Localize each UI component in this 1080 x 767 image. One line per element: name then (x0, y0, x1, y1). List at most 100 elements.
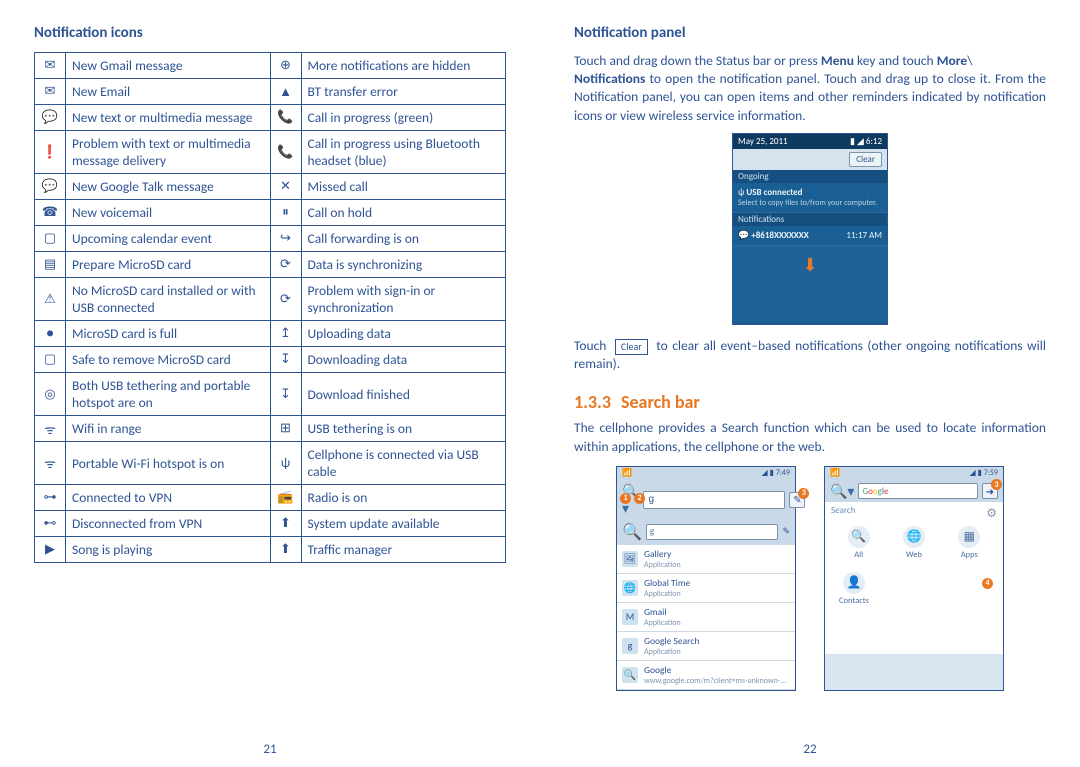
icon-cell: ◎ (35, 373, 66, 416)
icon-description: Call forwarding is on (301, 226, 506, 252)
marker-4: 4 (982, 578, 993, 589)
icon-cell: ⊞ (270, 416, 301, 442)
table-row: 💬New text or multimedia message📞Call in … (35, 105, 506, 131)
icon-description: Missed call (301, 174, 506, 200)
icon-cell: ⏸ (270, 200, 301, 226)
app-icon: 🌐 (622, 580, 638, 596)
arrow-down-icon: ⬇ (802, 254, 817, 276)
icon-description: Disconnected from VPN (66, 511, 271, 537)
icon-cell: ⬆ (270, 511, 301, 537)
screenshot-drag-area: ⬇ (733, 246, 887, 322)
icon-cell: ⟳ (270, 252, 301, 278)
table-row: ◎Both USB tethering and portable hotspot… (35, 373, 506, 416)
table-row: 💬New Google Talk message✕Missed call (35, 174, 506, 200)
clear-button[interactable]: Clear (849, 152, 882, 167)
table-row: ▤Prepare MicroSD card⟳Data is synchroniz… (35, 252, 506, 278)
left-page-number: 21 (0, 742, 540, 757)
table-row: ☎New voicemail⏸Call on hold (35, 200, 506, 226)
icon-cell: ☎ (35, 200, 66, 226)
icon-description: Portable Wi-Fi hotspot is on (66, 442, 271, 485)
icon-cell: ↪ (270, 226, 301, 252)
icon-description: BT transfer error (301, 79, 506, 105)
icon-description: Connected to VPN (66, 485, 271, 511)
signal-icon: ▮ ◢ (850, 136, 864, 147)
list-item[interactable]: 🖼GalleryApplication (617, 545, 795, 574)
icon-description: Both USB tethering and portable hotspot … (66, 373, 271, 416)
icon-description: Wifi in range (66, 416, 271, 442)
icon-cell: ✉ (35, 53, 66, 79)
message-notification-row[interactable]: 💬 +8618XXXXXXX 11:17 AM (733, 226, 887, 246)
table-row: ▢Safe to remove MicroSD card↧Downloading… (35, 347, 506, 373)
app-icon: 🖼 (622, 551, 638, 567)
marker-3: 3 (991, 479, 1002, 490)
icon-description: Song is playing (66, 537, 271, 563)
list-item[interactable]: 🌐Global TimeApplication (617, 574, 795, 603)
icon-description: Safe to remove MicroSD card (66, 347, 271, 373)
icon-cell: ↥ (270, 321, 301, 347)
right-page: Notification panel Touch and drag down t… (540, 0, 1080, 767)
magnifier-icon[interactable]: 🔍 (622, 522, 642, 542)
search-screenshots: 📶 ◢ ▮ 7:49 🔍▾ 1 2 ✎ 3 (574, 466, 1046, 691)
app-icon: M (622, 609, 638, 625)
icon-description: Downloading data (301, 347, 506, 373)
signal-icon: 📶 (622, 468, 632, 478)
icon-description: Prepare MicroSD card (66, 252, 271, 278)
list-item[interactable]: gGoogle SearchApplication (617, 632, 795, 661)
icon-description: MicroSD card is full (66, 321, 271, 347)
icon-description: New Email (66, 79, 271, 105)
notification-screenshot: May 25, 2011 ▮ ◢ 6:12 Clear Ongoing ψ US… (732, 133, 888, 325)
contacts-icon: 👤 (843, 572, 865, 594)
google-search-box[interactable]: Google (858, 483, 978, 499)
right-heading: Notification panel (574, 24, 1046, 42)
ongoing-label: Ongoing (733, 170, 887, 183)
search-suggestion[interactable]: g (646, 524, 779, 540)
icon-cell: ▤ (35, 252, 66, 278)
list-item[interactable]: 🔍Googlewww.google.com/m?client=ms-unknow… (617, 661, 795, 690)
list-item[interactable]: MGmailApplication (617, 603, 795, 632)
usb-connected-row[interactable]: ψ USB connected Select to copy files to/… (733, 183, 887, 213)
category-icon: ▦ (958, 526, 980, 548)
icon-description: USB tethering is on (301, 416, 506, 442)
search-input[interactable] (643, 491, 785, 509)
icon-cell: 📻 (270, 485, 301, 511)
icon-description: Uploading data (301, 321, 506, 347)
category-item[interactable]: 🔍All (848, 526, 870, 560)
table-row: ᯤPortable Wi-Fi hotspot is onψCellphone … (35, 442, 506, 485)
icon-cell: 💬 (35, 105, 66, 131)
category-item[interactable]: ▦Apps (958, 526, 980, 560)
search-screenshot-2: 📶 ◢ ▮ 7:59 🔍▾ Google ➜ 3 (824, 466, 1004, 691)
icon-cell: ⊶ (35, 485, 66, 511)
icon-cell: ψ (270, 442, 301, 485)
icon-cell: ❗ (35, 131, 66, 174)
icon-description: New voicemail (66, 200, 271, 226)
status-bar: 📶 ◢ ▮ 7:59 (825, 467, 1003, 479)
app-icon: g (622, 638, 638, 654)
clear-row: Clear (733, 149, 887, 170)
pencil-icon[interactable]: ✎ (782, 526, 790, 537)
category-contacts[interactable]: 👤 Contacts (839, 572, 869, 606)
search-paragraph: The cellphone provides a Search function… (574, 419, 1046, 455)
status-bar: 📶 ◢ ▮ 7:49 (617, 467, 795, 479)
inline-clear-button[interactable]: Clear (615, 339, 648, 355)
right-page-number: 22 (540, 742, 1080, 757)
table-row: ●MicroSD card is full↥Uploading data (35, 321, 506, 347)
search-icon[interactable]: 🔍▾ (830, 483, 854, 500)
table-row: ⊶Connected to VPN📻Radio is on (35, 485, 506, 511)
category-item[interactable]: 🌐Web (903, 526, 925, 560)
notification-icons-table: ✉New Gmail message⊕More notifications ar… (34, 52, 506, 563)
category-icon: 🌐 (903, 526, 925, 548)
marker-1: 1 (620, 493, 631, 504)
icon-description: Problem with text or multimedia message … (66, 131, 271, 174)
left-page: Notification icons ✉New Gmail message⊕Mo… (0, 0, 540, 767)
icon-cell: ↧ (270, 347, 301, 373)
marker-3: 3 (798, 488, 809, 499)
icon-cell: ▶ (35, 537, 66, 563)
clear-explanation: Touch Clear to clear all event–based not… (574, 337, 1046, 373)
left-heading: Notification icons (34, 24, 506, 42)
icon-cell: ▢ (35, 226, 66, 252)
icon-cell: ↧ (270, 373, 301, 416)
search-screenshot-1: 📶 ◢ ▮ 7:49 🔍▾ 1 2 ✎ 3 (616, 466, 796, 691)
search-label: Search (825, 502, 1003, 516)
settings-icon[interactable]: ⚙ (986, 506, 997, 521)
search-bar-heading: 1.3.3Search bar (574, 391, 1046, 413)
